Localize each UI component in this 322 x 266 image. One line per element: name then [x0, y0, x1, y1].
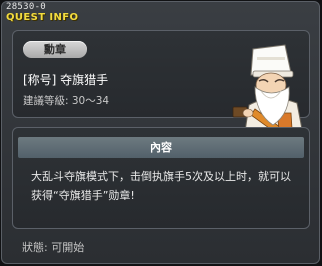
content-header: 內容	[18, 137, 304, 158]
quest-info-window: 28530-0 QUEST INFO 勳章 [称号] 夺旗猎手 建議等級: 30…	[1, 1, 320, 264]
category-badge: 勳章	[23, 41, 87, 58]
content-text: 大乱斗夺旗模式下，击倒执旗手5次及以上时，就可以获得“夺旗猎手”勋章!	[31, 170, 291, 202]
quest-content-panel: 內容 大乱斗夺旗模式下，击倒执旗手5次及以上时，就可以获得“夺旗猎手”勋章!	[12, 127, 310, 229]
quest-name: [称号] 夺旗猎手	[23, 73, 109, 87]
quest-id-label: 28530-0	[6, 2, 47, 12]
window-title: QUEST INFO	[6, 12, 79, 23]
quest-status: 狀態: 可開始	[22, 241, 85, 254]
quest-summary-panel: 勳章 [称号] 夺旗猎手 建議等級: 30～34	[12, 30, 310, 145]
required-level: 建議等級: 30～34	[23, 95, 110, 107]
